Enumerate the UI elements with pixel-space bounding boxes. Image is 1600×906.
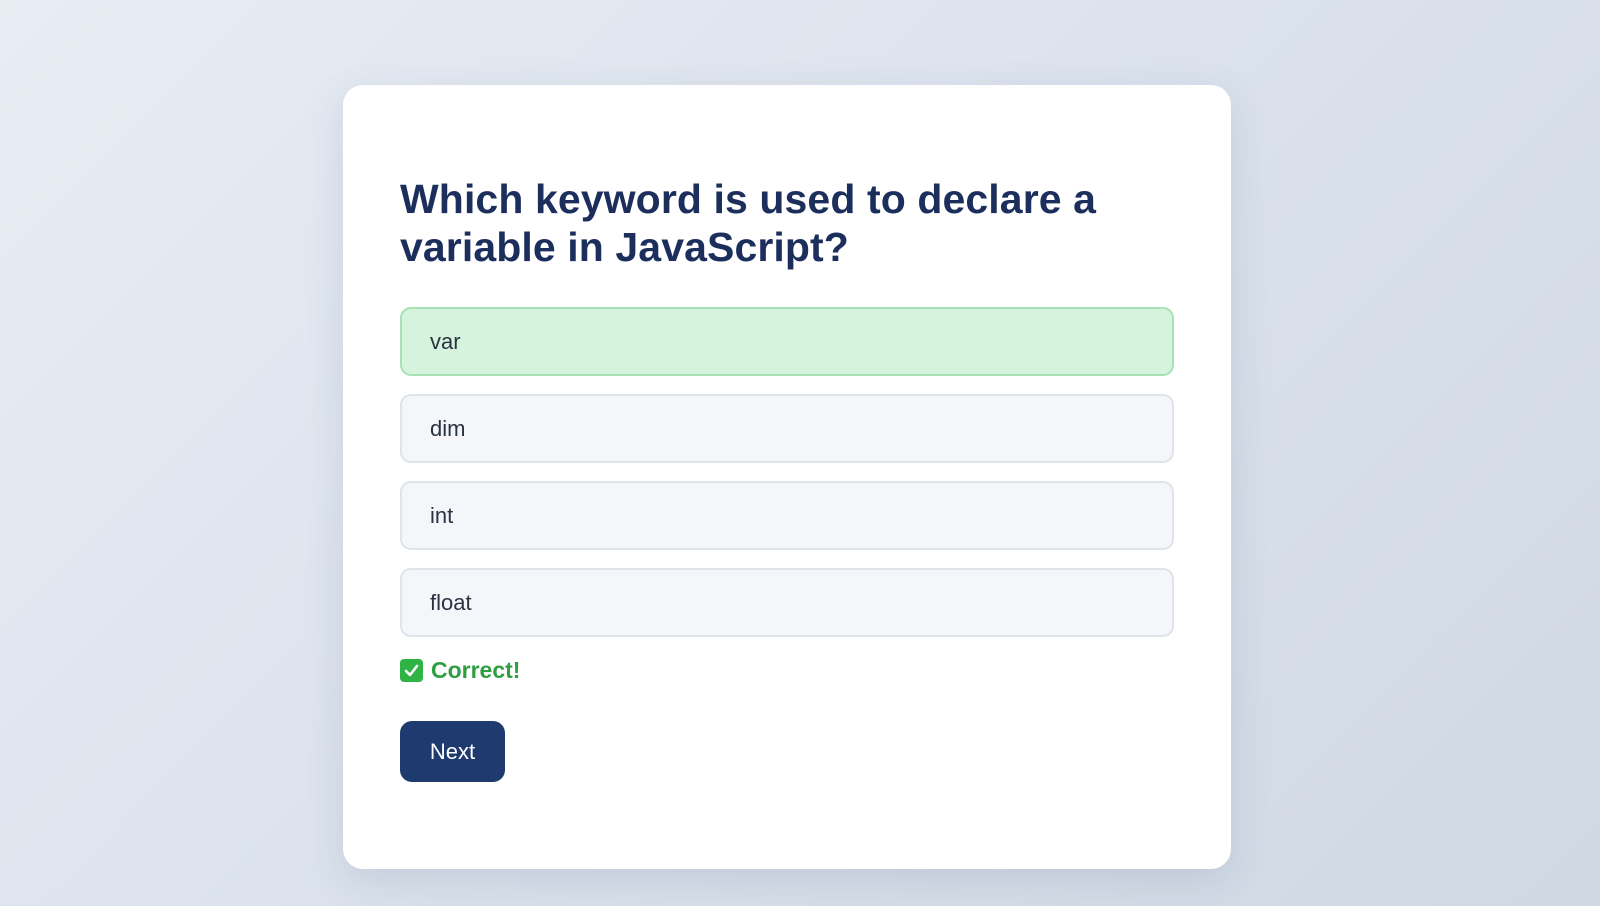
- answer-option-int[interactable]: int: [400, 481, 1174, 550]
- feedback-message: Correct!: [400, 657, 1174, 683]
- feedback-text: Correct!: [431, 656, 521, 683]
- answer-option-var[interactable]: var: [400, 307, 1174, 376]
- answer-option-label: var: [430, 328, 461, 354]
- answer-option-label: int: [430, 502, 454, 528]
- answer-option-float[interactable]: float: [400, 568, 1174, 637]
- answer-option-dim[interactable]: dim: [400, 394, 1174, 463]
- answer-option-label: float: [430, 589, 472, 615]
- check-mark-icon: [400, 658, 423, 682]
- quiz-card: Which keyword is used to declare a varia…: [343, 85, 1231, 869]
- question-title: Which keyword is used to declare a varia…: [400, 176, 1097, 270]
- answer-options: var dim int float: [400, 307, 1174, 637]
- answer-option-label: dim: [430, 415, 466, 441]
- next-button[interactable]: Next: [400, 721, 505, 782]
